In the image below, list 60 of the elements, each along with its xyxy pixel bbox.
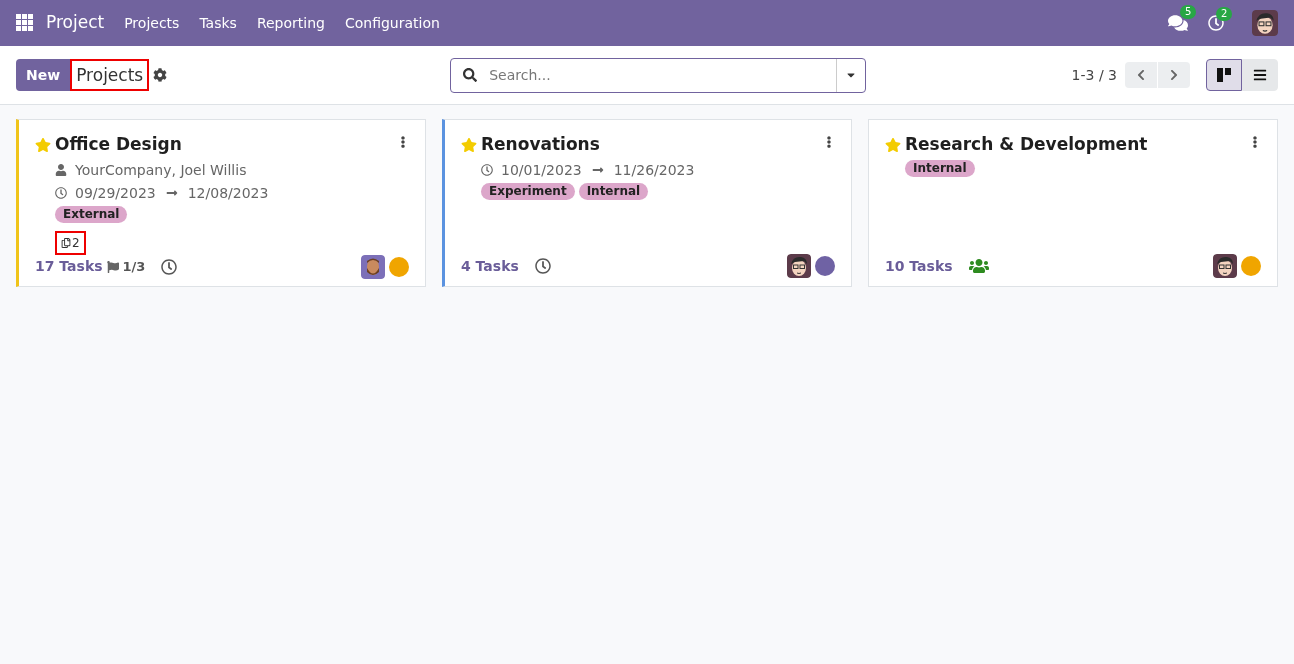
app-name[interactable]: Project	[46, 10, 105, 36]
tasks-link[interactable]: 4 Tasks	[461, 255, 519, 277]
search-field[interactable]: Search...	[450, 57, 867, 93]
end-date: 12/08/2023	[187, 183, 269, 203]
person-icon	[55, 164, 67, 176]
partner-name: YourCompany, Joel Willis	[75, 160, 247, 180]
clock-icon[interactable]	[534, 258, 551, 274]
people-icon[interactable]	[968, 256, 989, 276]
menu-item[interactable]: Configuration	[344, 12, 440, 34]
documents-icon	[61, 237, 71, 248]
star-icon[interactable]	[885, 136, 901, 153]
breadcrumb: Projects	[70, 59, 150, 91]
tag: Experiment	[481, 182, 575, 200]
start-date: 09/29/2023	[75, 183, 156, 203]
notification-badge: 2	[1216, 7, 1233, 21]
avatar-icon	[787, 254, 811, 278]
project-title[interactable]: Renovations	[481, 132, 600, 158]
menu-item[interactable]: Projects	[124, 12, 180, 34]
search-icon	[463, 68, 478, 82]
new-button[interactable]: New	[16, 59, 71, 91]
end-date: 11/26/2023	[613, 160, 695, 180]
project-title[interactable]: Research & Development	[905, 132, 1148, 158]
notification-badge: 5	[1180, 5, 1197, 19]
project-card[interactable]: Office Design YourCompany, Joel Willis 09/29/2023 12/08/2023 External 2 17 Tasks 1/3	[16, 119, 426, 287]
star-icon[interactable]	[461, 136, 477, 153]
clock-icon	[481, 164, 493, 176]
tasks-link[interactable]: 10 Tasks	[885, 255, 953, 277]
start-date: 10/01/2023	[501, 160, 582, 180]
project-title[interactable]: Office Design	[55, 132, 182, 158]
documents-link[interactable]: 2	[55, 230, 86, 255]
tag: External	[55, 205, 128, 223]
menu-item[interactable]: Reporting	[256, 12, 325, 34]
app-grid-icon[interactable]	[16, 14, 34, 32]
tag: Internal	[905, 159, 975, 177]
clock-icon[interactable]	[161, 258, 178, 275]
project-card[interactable]: Research & Development Internal 10 Tasks	[868, 119, 1278, 287]
pager-value[interactable]: 1-3 / 3	[1071, 64, 1117, 86]
tag: Internal	[578, 182, 649, 200]
avatar-icon	[1213, 254, 1237, 278]
project-card[interactable]: Renovations 10/01/2023 11/26/2023 Experiment Internal 4 Tasks	[442, 119, 852, 287]
chat-icon[interactable]	[1168, 13, 1188, 33]
milestones-count: 1/3	[122, 257, 146, 276]
menu-item[interactable]: Tasks	[199, 12, 237, 34]
list-view-button[interactable]	[1242, 59, 1278, 91]
chevron-right-icon	[1168, 69, 1180, 81]
kanban-view-button[interactable]	[1206, 59, 1242, 91]
next-button[interactable]	[1158, 62, 1190, 88]
previous-button[interactable]	[1125, 62, 1157, 88]
kanban-icon	[1217, 68, 1231, 82]
settings-icon[interactable]	[153, 68, 168, 82]
search-input[interactable]: Search...	[489, 64, 837, 86]
star-icon[interactable]	[35, 136, 51, 153]
tasks-link[interactable]: 17 Tasks	[35, 256, 103, 277]
chevron-left-icon	[1135, 69, 1147, 81]
flag-icon	[106, 260, 119, 273]
list-icon	[1253, 68, 1267, 82]
activity-icon[interactable]	[1208, 15, 1224, 31]
clock-icon	[55, 187, 67, 199]
avatar-icon	[1252, 10, 1278, 36]
avatar-icon	[361, 254, 385, 279]
